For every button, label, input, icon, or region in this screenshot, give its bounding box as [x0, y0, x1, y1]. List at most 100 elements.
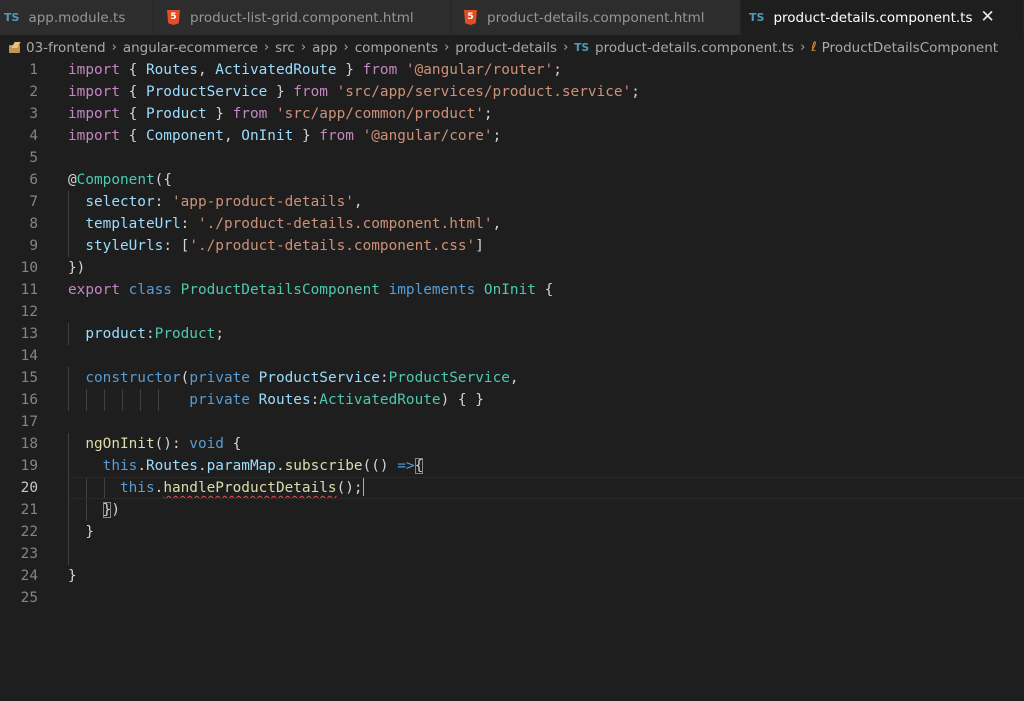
code-line[interactable]: 9 styleUrls: ['./product-details.compone… [0, 235, 1024, 257]
code-line[interactable]: 20 this.handleProductDetails(); [0, 477, 1024, 499]
breadcrumb-item[interactable]: 03-frontend [26, 40, 106, 56]
code-token: Routes [258, 392, 311, 408]
chevron-right-icon: › [444, 40, 450, 55]
code-token: product [85, 326, 146, 342]
code-line[interactable]: 2 import { ProductService } from 'src/app… [0, 81, 1024, 103]
code-text: constructor(private ProductService:Produ… [68, 367, 518, 389]
code-line[interactable]: 23 [0, 543, 1024, 565]
code-line[interactable]: 18 ngOnInit(): void { [0, 433, 1024, 455]
code-line[interactable]: 8 templateUrl: './product-details.compon… [0, 213, 1024, 235]
code-line[interactable]: 13 product:Product; [0, 323, 1024, 345]
code-token: , [197, 62, 216, 78]
typescript-icon: TS [574, 41, 590, 54]
code-line[interactable]: 14 [0, 345, 1024, 367]
code-token: ( [180, 370, 190, 386]
code-token: . [197, 458, 207, 474]
tab-product-list-grid-html[interactable]: 5 product-list-grid.component.html [154, 0, 451, 35]
code-token: subscribe [284, 458, 363, 474]
tab-label: product-list-grid.component.html [190, 9, 414, 26]
code-token: void [189, 436, 224, 452]
code-line[interactable]: 22 } [0, 521, 1024, 543]
breadcrumb-item[interactable]: ProductDetailsComponent [822, 40, 998, 56]
code-token: ; [553, 62, 562, 78]
code-line[interactable]: 7 selector: 'app-product-details', [0, 191, 1024, 213]
line-number: 20 [20, 480, 38, 496]
code-token: this [119, 480, 155, 496]
code-token: ] [475, 238, 484, 254]
breadcrumb-item[interactable]: product-details.component.ts [595, 40, 794, 56]
code-token: ProductService [388, 370, 510, 386]
code-editor[interactable]: 1 import { Routes, ActivatedRoute } from … [0, 59, 1024, 701]
code-token: import [68, 106, 120, 122]
breadcrumb: 03-frontend › angular-ecommerce › src › … [0, 35, 1024, 60]
chevron-right-icon: › [343, 40, 349, 55]
code-token: private [189, 392, 250, 408]
code-token: . [137, 458, 146, 474]
typescript-icon: TS [4, 11, 20, 24]
code-token: import [68, 84, 120, 100]
tab-product-details-html[interactable]: 5 product-details.component.html [451, 0, 741, 35]
line-number: 14 [20, 348, 38, 364]
code-token: '@angular/core' [362, 128, 493, 144]
code-token: paramMap [206, 458, 276, 474]
close-tab-icon[interactable]: ✕ [981, 9, 995, 26]
code-line[interactable]: 12 [0, 301, 1024, 323]
breadcrumb-item[interactable]: src [275, 40, 295, 56]
code-token: import [68, 62, 120, 78]
code-line[interactable]: 4 import { Component, OnInit } from '@ang… [0, 125, 1024, 147]
code-token: Component [145, 128, 224, 144]
tab-product-details-ts[interactable]: TS product-details.component.ts ✕ [741, 0, 1024, 35]
code-token: (() [362, 458, 398, 474]
line-number: 8 [29, 216, 38, 232]
code-text: } [68, 521, 94, 543]
code-line[interactable]: 16 private Routes:ActivatedRoute) { } [0, 389, 1024, 411]
class-symbol-icon: ℓ [811, 40, 817, 55]
code-line[interactable]: 15 constructor(private ProductService:Pr… [0, 367, 1024, 389]
code-line[interactable]: 17 [0, 411, 1024, 433]
breadcrumb-item[interactable]: angular-ecommerce [123, 40, 258, 56]
html5-icon: 5 [167, 10, 180, 25]
line-number: 23 [20, 546, 38, 562]
code-token: { [223, 436, 242, 452]
code-token: ) { } [440, 392, 484, 408]
code-line[interactable]: 25 [0, 587, 1024, 609]
code-line[interactable]: 1 import { Routes, ActivatedRoute } from … [0, 59, 1024, 81]
code-line[interactable]: 5 [0, 147, 1024, 169]
code-token: } [267, 84, 294, 100]
line-number: 19 [20, 458, 38, 474]
tab-app-module[interactable]: TS app.module.ts [0, 0, 154, 35]
breadcrumb-item[interactable]: app [312, 40, 337, 56]
code-line[interactable]: 3 import { Product } from 'src/app/common… [0, 103, 1024, 125]
code-token: import [68, 128, 120, 144]
code-token: implements [388, 282, 476, 298]
breadcrumb-item[interactable]: product-details [455, 40, 557, 56]
code-token: from [362, 62, 398, 78]
line-number: 25 [20, 590, 38, 606]
code-line[interactable]: 24} [0, 565, 1024, 587]
line-number: 6 [29, 172, 38, 188]
breadcrumb-item[interactable]: components [355, 40, 438, 56]
code-text: product:Product; [68, 323, 224, 345]
line-number: 12 [20, 304, 38, 320]
code-line[interactable]: 19 this.Routes.paramMap.subscribe(() =>{ [0, 455, 1024, 477]
line-number: 10 [20, 260, 38, 276]
code-token: ; [215, 326, 224, 342]
code-text: styleUrls: ['./product-details.component… [68, 235, 484, 257]
code-line[interactable]: 6 @Component({ [0, 169, 1024, 191]
chevron-right-icon: › [563, 40, 569, 55]
code-token: from [232, 106, 268, 122]
code-line[interactable]: 21 }) [0, 499, 1024, 521]
code-token: , [492, 216, 502, 232]
chevron-right-icon: › [263, 40, 270, 55]
code-line[interactable]: 10}) [0, 257, 1024, 279]
line-number: 5 [29, 150, 38, 166]
code-line[interactable]: 11 export class ProductDetailsComponent i… [0, 279, 1024, 301]
html5-icon: 5 [464, 10, 477, 25]
code-token: OnInit [483, 282, 536, 298]
